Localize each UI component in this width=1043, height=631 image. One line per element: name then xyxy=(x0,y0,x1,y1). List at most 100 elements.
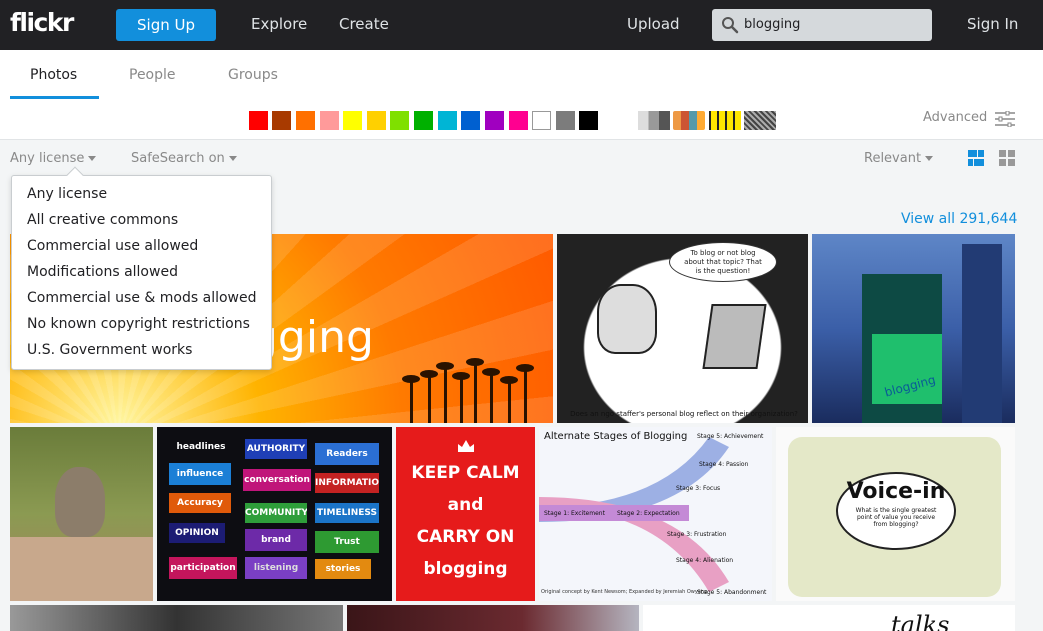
color-filter-bar: Advanced xyxy=(0,100,1043,140)
word-tile: brand xyxy=(245,529,307,551)
license-dropdown-menu: Any license All creative commons Commerc… xyxy=(11,166,272,370)
side-building xyxy=(962,244,1002,423)
grid-view-icon[interactable] xyxy=(999,150,1015,170)
search-tabs: Photos People Groups xyxy=(0,50,1043,100)
color-swatch[interactable] xyxy=(485,111,504,130)
color-swatch[interactable] xyxy=(272,111,291,130)
stages-credit: Original concept by Kent Newsom; Expande… xyxy=(541,589,708,595)
view-all-link[interactable]: View all 291,644 xyxy=(901,211,1017,227)
color-swatch[interactable] xyxy=(249,111,268,130)
color-swatch[interactable] xyxy=(343,111,362,130)
photo-blogging-building[interactable]: blogging xyxy=(812,234,1015,423)
color-swatch[interactable] xyxy=(414,111,433,130)
palm-trees-silhouette xyxy=(402,358,534,423)
keep-calm-line-3: CARRY ON xyxy=(416,527,515,547)
photo-dark-red[interactable] xyxy=(347,605,639,631)
minimalist-filter[interactable] xyxy=(709,111,741,130)
nav-explore[interactable]: Explore xyxy=(251,15,307,33)
sign-in-link[interactable]: Sign In xyxy=(967,15,1018,33)
word-tile: INFORMATION xyxy=(315,473,379,493)
word-tile: COMMUNITY xyxy=(245,503,307,523)
tab-photos[interactable]: Photos xyxy=(30,67,77,83)
black-and-white-filter[interactable] xyxy=(638,111,670,130)
license-filter[interactable]: Any license xyxy=(10,151,97,166)
search-input[interactable]: blogging xyxy=(712,9,932,41)
voice-in-subtitle: What is the single greatest point of val… xyxy=(855,507,937,528)
active-tab-indicator xyxy=(10,96,99,99)
search-icon[interactable] xyxy=(721,16,739,38)
color-swatch[interactable] xyxy=(438,111,457,130)
word-tile: stories xyxy=(315,559,371,579)
word-tile: conversation xyxy=(243,469,311,491)
license-option-no-copyright[interactable]: No known copyright restrictions xyxy=(27,316,250,332)
photo-keep-calm[interactable]: KEEP CALM and CARRY ON blogging xyxy=(396,427,535,601)
speech-bubble: To blog or not blog about that topic? Th… xyxy=(669,242,777,282)
color-swatch[interactable] xyxy=(367,111,386,130)
stage-label: Stage 1: Excitement xyxy=(544,510,605,517)
chevron-down-icon xyxy=(88,156,97,161)
shakespeare-figure xyxy=(597,284,657,354)
tab-people[interactable]: People xyxy=(129,67,176,83)
color-swatch[interactable] xyxy=(296,111,315,130)
voice-in-title: Voice-in xyxy=(846,479,946,504)
justified-view-icon[interactable] xyxy=(968,150,984,170)
photo-stages-of-blogging[interactable]: Alternate Stages of Blogging Stage 5: Ac… xyxy=(539,427,772,601)
license-option-commercial-mods[interactable]: Commercial use & mods allowed xyxy=(27,290,257,306)
stage-label: Stage 5: Achievement xyxy=(697,433,764,440)
color-swatch[interactable] xyxy=(556,111,575,130)
license-option-creative-commons[interactable]: All creative commons xyxy=(27,212,178,228)
sliders-icon[interactable] xyxy=(995,110,1015,131)
stage-label: Stage 3: Focus xyxy=(676,485,721,492)
flickr-logo[interactable]: flickr xyxy=(10,8,74,37)
word-tile: listening xyxy=(245,557,307,579)
stage-label: Stage 4: Passion xyxy=(699,461,749,468)
color-swatch[interactable] xyxy=(579,111,598,130)
color-swatch[interactable] xyxy=(461,111,480,130)
stage-label: Stage 4: Alienation xyxy=(676,557,734,564)
search-query[interactable]: blogging xyxy=(744,17,800,32)
top-navigation-bar: flickr Sign Up Explore Create Upload blo… xyxy=(0,0,1043,50)
color-swatch[interactable] xyxy=(320,111,339,130)
wall xyxy=(10,537,153,601)
word-tile: Trust xyxy=(315,531,379,553)
word-tile: Readers xyxy=(315,443,379,465)
shallow-depth-filter[interactable] xyxy=(673,111,705,130)
crown-icon xyxy=(458,440,474,452)
handwritten-text: talks xyxy=(891,611,950,631)
safesearch-label: SafeSearch on xyxy=(131,151,225,166)
photo-handwritten[interactable]: talks xyxy=(643,605,1015,631)
photo-voice-in[interactable]: Voice-in What is the single greatest poi… xyxy=(776,427,1015,601)
stage-label: Stage 5: Abandonment xyxy=(697,589,767,596)
license-option-any[interactable]: Any license xyxy=(27,186,107,202)
license-option-us-government[interactable]: U.S. Government works xyxy=(27,342,192,358)
tab-groups[interactable]: Groups xyxy=(228,67,278,83)
keep-calm-line-4: blogging xyxy=(423,559,508,579)
color-swatch[interactable] xyxy=(390,111,409,130)
keep-calm-line-1: KEEP CALM xyxy=(411,463,520,483)
photo-cat[interactable] xyxy=(10,427,153,601)
photo-shakespeare-cartoon[interactable]: To blog or not blog about that topic? Th… xyxy=(557,234,808,423)
photo-blogging-words[interactable]: headlines AUTHORITY Readers influence conver… xyxy=(157,427,392,601)
stage-label: Stage 3: Frustration xyxy=(667,531,727,538)
word-tile: TIMELINESS xyxy=(315,503,379,523)
photo-mask[interactable] xyxy=(10,605,343,631)
word-tile: Accuracy xyxy=(169,493,231,513)
sort-filter[interactable]: Relevant xyxy=(864,151,934,166)
nav-create[interactable]: Create xyxy=(339,15,389,33)
safesearch-filter[interactable]: SafeSearch on xyxy=(131,151,237,166)
word-tile: influence xyxy=(169,463,231,485)
sign-up-button[interactable]: Sign Up xyxy=(116,9,216,41)
advanced-search-link[interactable]: Advanced xyxy=(923,110,987,125)
nav-upload[interactable]: Upload xyxy=(627,15,680,33)
patterns-filter[interactable] xyxy=(744,111,776,130)
cartoon-caption: Does an ngo staffer's personal blog refl… xyxy=(570,410,798,418)
color-swatch[interactable] xyxy=(509,111,528,130)
chevron-down-icon xyxy=(228,156,237,161)
stage-label: Stage 2: Expectation xyxy=(617,510,680,517)
color-swatch[interactable] xyxy=(532,111,551,130)
license-option-modifications[interactable]: Modifications allowed xyxy=(27,264,178,280)
word-tile: AUTHORITY xyxy=(245,439,307,459)
dropdown-pointer xyxy=(66,166,84,184)
word-tile: headlines xyxy=(169,437,233,457)
license-option-commercial[interactable]: Commercial use allowed xyxy=(27,238,198,254)
